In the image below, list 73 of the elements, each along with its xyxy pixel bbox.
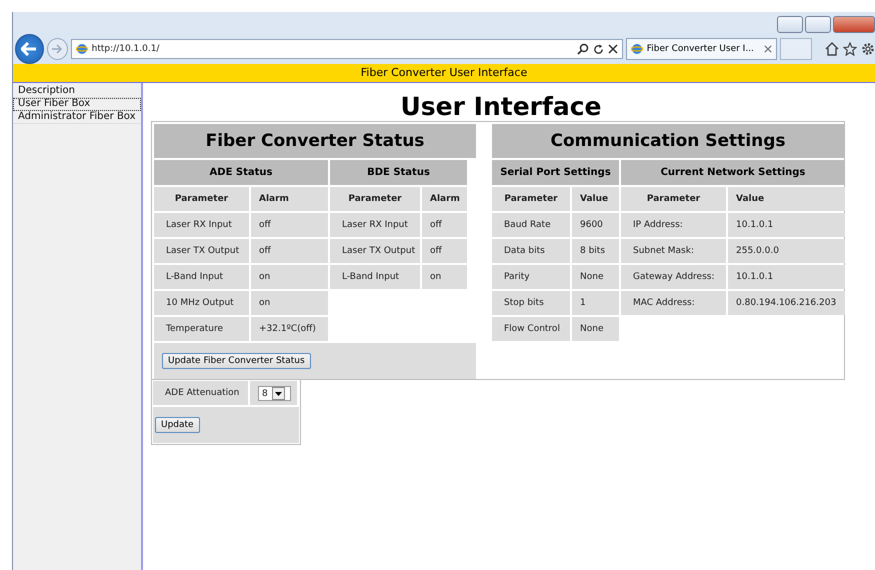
caret-icon (274, 392, 282, 396)
table-cell: on (251, 265, 328, 289)
panel-title: Fiber Converter Status (154, 124, 476, 158)
table-cell: +32.1ºC(off) (251, 317, 328, 341)
table-cell: None (572, 265, 619, 289)
table-cell: Laser TX Output (330, 239, 420, 263)
update-button[interactable]: Update (155, 417, 200, 433)
table-cell: Baud Rate (492, 213, 570, 237)
close-icon[interactable] (608, 44, 618, 54)
sidebar-link[interactable]: Administrator Fiber Box (13, 111, 141, 124)
table-cell: off (422, 213, 467, 237)
globe-icon (630, 43, 643, 55)
table-cell: 10.1.0.1 (728, 265, 845, 289)
table-cell: Flow Control (492, 317, 570, 341)
back-button[interactable] (15, 34, 44, 64)
minimize-button[interactable] (777, 16, 803, 33)
home-icon[interactable] (824, 42, 839, 56)
table-cell: Subnet Mask: (621, 239, 726, 263)
column-header: Alarm (422, 187, 467, 211)
table-cell: ADE Attenuation (153, 381, 248, 405)
table-cell: 255.0.0.0 (728, 239, 845, 263)
search-icon[interactable] (576, 43, 589, 55)
column-header: Parameter (492, 187, 570, 211)
star-icon[interactable] (842, 42, 857, 56)
column-header: Parameter (621, 187, 726, 211)
panel-title: Communication Settings (492, 124, 844, 158)
table-cell: Laser RX Input (154, 213, 249, 237)
table-cell: off (422, 239, 467, 263)
attenuation-dropdown[interactable]: 8 (258, 386, 291, 401)
table-cell: 10.1.0.1 (728, 213, 845, 237)
table-cell: MAC Address: (621, 291, 726, 315)
page-banner: Fiber Converter User Interface (13, 64, 875, 83)
table-cell: 8 bits (572, 239, 619, 263)
section-header: ADE Status (154, 160, 328, 185)
column-header: Value (728, 187, 845, 211)
sidebar-link[interactable]: Description (13, 85, 141, 98)
refresh-icon[interactable] (592, 44, 604, 54)
table-cell: Laser RX Input (330, 213, 420, 237)
update-status-button[interactable]: Update Fiber Converter Status (162, 353, 311, 369)
table-cell: off (251, 213, 328, 237)
table-cell: Data bits (492, 239, 570, 263)
table-cell: L-Band Input (154, 265, 249, 289)
table-cell: 9600 (572, 213, 619, 237)
column-header: Parameter (154, 187, 249, 211)
table-cell: Parity (492, 265, 570, 289)
page-heading: User Interface (399, 93, 603, 121)
table-cell: 10 MHz Output (154, 291, 249, 315)
sidebar-link[interactable]: User Fiber Box (13, 98, 141, 111)
back-arrow-icon (21, 42, 38, 56)
table-cell: Stop bits (492, 291, 570, 315)
maximize-button[interactable] (805, 16, 831, 33)
browser-tab[interactable]: Fiber Converter User I... (626, 38, 777, 60)
section-header: BDE Status (330, 160, 467, 185)
column-header: Value (572, 187, 619, 211)
table-cell: on (251, 291, 328, 315)
table-cell: IP Address: (621, 213, 726, 237)
forward-arrow-icon (51, 44, 64, 54)
column-header: Parameter (330, 187, 420, 211)
settings-icon[interactable] (860, 42, 875, 56)
column-header: Alarm (251, 187, 328, 211)
table-cell: None (572, 317, 619, 341)
table-cell: Gateway Address: (621, 265, 726, 289)
table-cell: off (251, 239, 328, 263)
table-cell: L-Band Input (330, 265, 420, 289)
table-cell: Temperature (154, 317, 249, 341)
table-cell: 0.80.194.106.216.203 (728, 291, 845, 315)
address-bar[interactable]: http://10.1.0.1/ (70, 39, 623, 59)
table-cell: 1 (572, 291, 619, 315)
section-header: Current Network Settings (621, 160, 845, 185)
table-cell: on (422, 265, 467, 289)
table-cell: Laser TX Output (154, 239, 249, 263)
globe-icon (76, 43, 88, 55)
section-header: Serial Port Settings (492, 160, 619, 185)
